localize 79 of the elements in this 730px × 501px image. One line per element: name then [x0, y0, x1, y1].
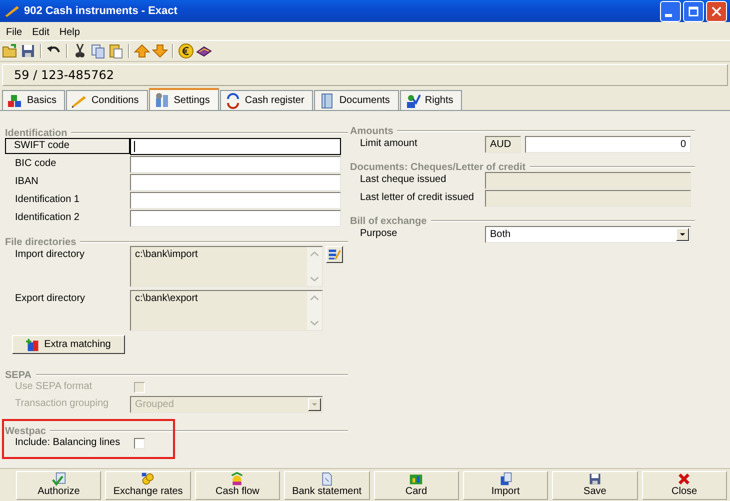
window-title: 902 Cash instruments - Exact [24, 5, 178, 17]
text-field[interactable] [130, 174, 341, 190]
paste-icon[interactable] [108, 43, 124, 59]
toolbar-button[interactable]: Close [642, 471, 727, 500]
toolbar-button[interactable]: Card [374, 471, 459, 500]
field-label: BIC code [14, 157, 58, 171]
pen-icon [4, 3, 20, 19]
field-label: IBAN [14, 175, 40, 189]
field-label: Identification 1 [14, 193, 80, 207]
tab[interactable]: Basics [2, 90, 66, 110]
dropdown-arrow-icon [311, 402, 318, 406]
field-label: Limit amount [359, 137, 418, 151]
field-label: Export directory [14, 292, 86, 306]
field-label: SWIFT code [5, 138, 130, 154]
checkbox[interactable] [134, 438, 145, 448]
tab[interactable]: Documents [314, 90, 399, 110]
field-label: Purpose [359, 227, 398, 241]
field-label: Import directory [14, 248, 86, 262]
tab[interactable]: Cash register [220, 90, 314, 110]
maximize-button[interactable] [683, 0, 704, 22]
save-icon [588, 472, 602, 486]
circular-arrows-icon [224, 92, 241, 108]
toolbar-button[interactable]: Save [552, 471, 638, 500]
tab[interactable]: Conditions [66, 90, 148, 110]
text-field[interactable] [130, 156, 341, 172]
field-label: Last letter of credit issued [359, 191, 475, 205]
directory-value: c:\bank\import [134, 248, 199, 262]
directory-value: c:\bank\export [134, 292, 199, 306]
amount-field[interactable]: 0 [525, 136, 691, 152]
menu-item[interactable]: Edit [27, 26, 54, 38]
text-field[interactable] [130, 138, 341, 154]
maximize-icon [688, 6, 699, 16]
field-label: Include: Balancing lines [14, 436, 122, 450]
currency-field: AUD [485, 136, 521, 152]
field-label: Transaction grouping [14, 397, 110, 411]
extra-matching-button[interactable]: Extra matching [12, 335, 125, 354]
close-button[interactable] [706, 0, 727, 22]
browse-button[interactable] [326, 246, 343, 263]
cubes-icon [7, 92, 23, 108]
tab[interactable]: Settings [148, 88, 219, 110]
section-title: Bill of exchange [350, 216, 427, 226]
toolbar-button[interactable]: Authorize [16, 471, 102, 500]
section-title: Documents: Cheques/Letter of credit [350, 162, 526, 172]
check-icon [52, 472, 66, 486]
open-folder-icon[interactable] [2, 43, 18, 59]
section-title: Amounts [350, 126, 394, 136]
document-icon [320, 472, 334, 486]
user-check-icon [404, 92, 421, 108]
close-icon [711, 6, 722, 16]
toolbar-button[interactable]: Exchange rates [105, 471, 191, 500]
section-title: Westpac [5, 426, 46, 436]
up-arrow-icon[interactable] [134, 43, 150, 59]
dropdown-arrow-icon [679, 232, 686, 236]
toolbar-button[interactable]: Cash flow [194, 471, 280, 500]
dropdown[interactable]: Both [485, 226, 691, 242]
field-label: Use SEPA format [14, 380, 94, 394]
toolbar-button[interactable]: Import [462, 471, 548, 500]
text-cursor [134, 140, 135, 152]
edit-list-icon [328, 248, 341, 261]
close-icon [677, 472, 692, 486]
minimize-icon [665, 14, 672, 16]
section-title: Identification [5, 128, 68, 138]
section-title: SEPA [5, 370, 32, 380]
field-label: Last cheque issued [359, 173, 448, 187]
bar-chart-icon [409, 472, 424, 486]
down-arrow-icon[interactable] [152, 43, 168, 59]
menu-item[interactable]: Help [54, 26, 85, 38]
text-field[interactable] [130, 210, 341, 226]
account-number: 59 / 123-485762 [2, 64, 728, 86]
toolbar-button[interactable]: Bank statement [284, 471, 370, 500]
tab[interactable]: Rights [400, 90, 462, 110]
minimize-button[interactable] [660, 0, 681, 22]
menu-item[interactable]: File [1, 26, 28, 38]
text-field[interactable] [130, 192, 341, 208]
section-title: File directories [5, 236, 76, 248]
documents-icon [498, 472, 513, 486]
field-label: Identification 2 [14, 211, 80, 225]
euro-coin-icon[interactable] [178, 43, 194, 59]
save-icon[interactable] [20, 43, 36, 59]
